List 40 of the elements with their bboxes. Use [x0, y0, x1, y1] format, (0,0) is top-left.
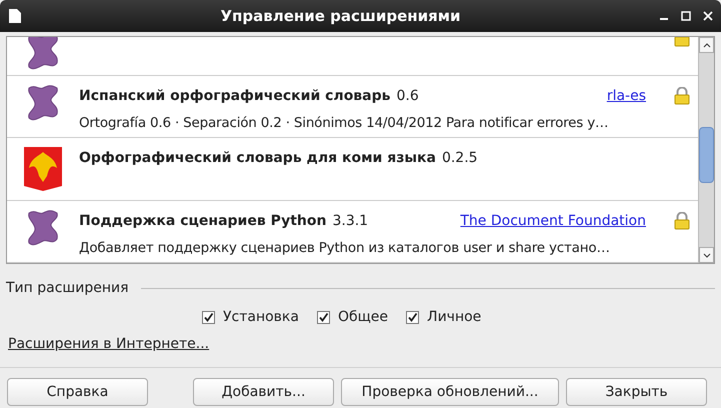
publisher-link[interactable]: rla-es [606, 86, 646, 107]
publisher-link[interactable]: The Document Foundation [460, 210, 646, 232]
checkbox[interactable] [406, 311, 420, 324]
document-icon [8, 8, 22, 24]
extension-description: Ortografía 0.6 · Separación 0.2 · Sinónimos 14/04/2012 Para notificar errores y… [79, 114, 610, 133]
extension-version: 3.3.1 [332, 212, 368, 229]
extension-name: Орфографический словарь для коми языка [79, 150, 436, 166]
extension-version: 0.6 [396, 88, 419, 104]
dialog-button[interactable]: Справка [7, 378, 148, 406]
scrollbar-thumb[interactable] [699, 127, 714, 183]
extension-version: 0.2.5 [442, 150, 478, 166]
extension-row[interactable] [7, 37, 698, 76]
extension-name: Поддержка сценариев Python [79, 212, 326, 229]
checkbox-label[interactable]: Личное [427, 307, 482, 328]
extension-row[interactable]: Поддержка сценариев Python 3.3.1 The Document Foundation Добавляет поддержку сценариев Python из каталогов user и share устано… [7, 200, 698, 263]
scrollbar[interactable] [698, 37, 714, 263]
checkbox-label[interactable]: Установка [223, 307, 299, 328]
padlock-icon [674, 87, 690, 106]
maximize-icon[interactable] [681, 11, 691, 21]
group-label: Тип расширения [6, 279, 128, 298]
dialog-button[interactable]: Проверка обновлений... [341, 378, 559, 406]
online-extensions-link[interactable]: Расширения в Интернете... [8, 334, 210, 355]
puzzle-piece-icon [25, 208, 61, 247]
puzzle-piece-icon [25, 84, 61, 122]
window-title: Управление расширениями [219, 6, 462, 27]
padlock-icon [674, 212, 690, 230]
extension-row[interactable]: Испанский орфографический словарь 0.6 rla-es Ortografía 0.6 · Separación 0.2 · Sinónimos 14/04/2012 Para notificar errores y… [7, 76, 698, 138]
extension-description: Добавляет поддержку сценариев Python из каталогов user и share устано… [79, 238, 611, 258]
checkbox[interactable] [202, 311, 215, 324]
checkbox-label[interactable]: Общее [338, 307, 388, 328]
chevron-up-icon[interactable] [702, 42, 710, 48]
extension-row[interactable]: Орфографический словарь для коми языка 0.2.5 [7, 138, 698, 201]
close-icon[interactable] [703, 11, 713, 21]
emblem-icon [23, 146, 63, 192]
checkbox[interactable] [316, 311, 330, 324]
dialog-button[interactable]: Добавить... [193, 378, 334, 406]
chevron-down-icon[interactable] [702, 252, 710, 258]
extension-name: Испанский орфографический словарь [79, 88, 390, 104]
dialog-button[interactable]: Закрыть [566, 378, 707, 406]
puzzle-piece-icon [25, 37, 61, 71]
